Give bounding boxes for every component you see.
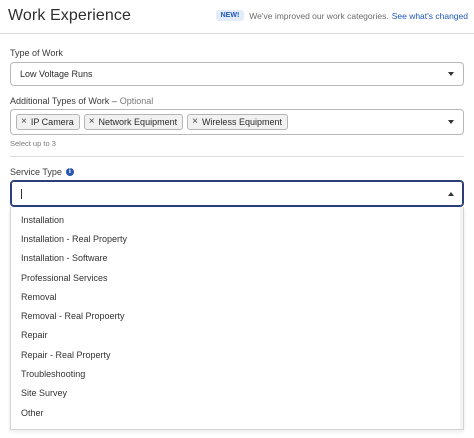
close-icon[interactable]: × [192,117,198,127]
helper-text: Select up to 3 [10,139,56,148]
page-header: Work Experience NEW! We've improved our … [0,0,474,33]
option-repair[interactable]: Repair [11,326,463,345]
chip-wireless-equipment: × Wireless Equipment [187,114,288,130]
section-divider [10,156,464,157]
chip-label: Wireless Equipment [201,117,282,127]
type-of-work-label: Type of Work [10,48,63,58]
selected-chips: × IP Camera × Network Equipment × Wirele… [16,114,292,130]
text-caret [21,188,22,199]
option-professional-services[interactable]: Professional Services [11,268,463,287]
service-type-select[interactable] [10,180,464,207]
header-divider [0,33,474,34]
chevron-up-icon [448,191,454,196]
option-installation-software[interactable]: Installation - Software [11,249,463,268]
type-of-work-select[interactable]: Low Voltage Runs [10,62,464,86]
dropdown-scrollbar[interactable] [460,207,463,429]
option-site-survey[interactable]: Site Survey [11,384,463,403]
option-repair-real-property[interactable]: Repair - Real Property [11,345,463,364]
chevron-down-icon [448,72,454,76]
notice-text: We've improved our work categories. [249,10,389,21]
option-troubleshooting[interactable]: Troubleshooting [11,364,463,383]
service-type-label-text: Service Type [10,167,62,177]
type-of-work-value: Low Voltage Runs [20,69,93,79]
chip-ip-camera: × IP Camera [16,114,80,130]
chip-label: IP Camera [30,117,74,127]
see-whats-changed-link[interactable]: See what's changed [392,11,468,21]
service-type-options-list: Installation Installation - Real Propert… [10,207,464,430]
additional-types-label-text: Additional Types of Work – [10,96,117,106]
option-other[interactable]: Other [11,403,463,422]
option-removal-real-property[interactable]: Removal - Real Propoerty [11,306,463,325]
type-of-work-label-text: Type of Work [10,48,63,58]
close-icon[interactable]: × [89,117,95,127]
page-title: Work Experience [8,7,132,24]
close-icon[interactable]: × [21,117,27,127]
chip-network-equipment: × Network Equipment [83,114,184,130]
info-icon[interactable]: i [65,168,74,176]
new-badge: NEW! [215,10,245,21]
categories-notice: NEW! We've improved our work categories.… [215,10,468,21]
option-installation-real-property[interactable]: Installation - Real Property [11,229,463,248]
additional-types-multiselect[interactable]: × IP Camera × Network Equipment × Wirele… [10,109,464,135]
optional-label: Optional [119,96,154,106]
chevron-down-icon [448,120,454,124]
chip-label: Network Equipment [98,117,178,127]
additional-types-label: Additional Types of Work – Optional [10,96,153,106]
service-type-label: Service Type i [10,167,74,177]
option-installation[interactable]: Installation [11,210,463,229]
option-removal[interactable]: Removal [11,287,463,306]
